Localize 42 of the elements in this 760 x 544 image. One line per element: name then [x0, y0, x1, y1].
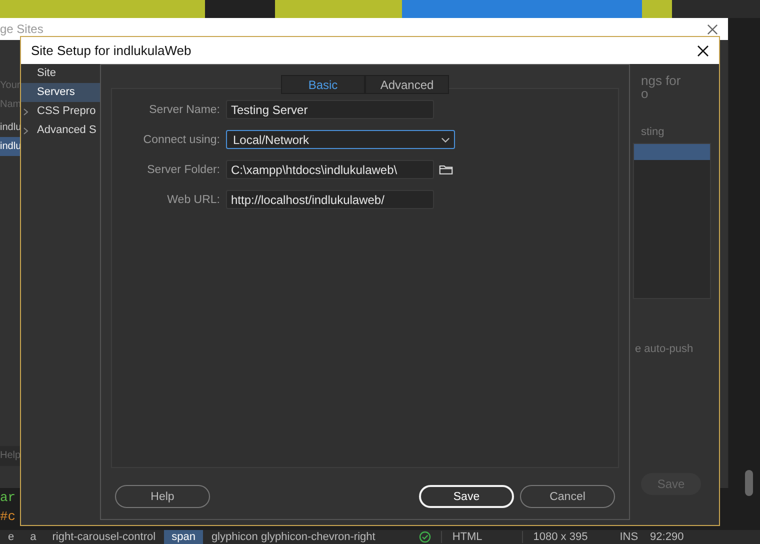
save-button[interactable]: Save	[419, 485, 514, 508]
scrollbar[interactable]	[745, 470, 753, 496]
chevron-icon	[23, 108, 29, 116]
cursor-position: 92:290	[650, 531, 684, 543]
breadcrumb[interactable]: span	[164, 530, 204, 544]
size-dropdown[interactable]: 1080 x 395	[522, 531, 608, 543]
code-text: #c	[0, 508, 16, 526]
breadcrumb[interactable]: a	[22, 530, 44, 544]
sidebar-item[interactable]: Advanced S	[21, 121, 100, 140]
tab[interactable]: Basic	[281, 75, 365, 94]
field-label: Connect using:	[142, 134, 220, 146]
window-title: ge Sites	[0, 22, 44, 36]
input-field[interactable]: Testing Server	[226, 100, 434, 119]
window-title: Site Setup for indlukulaWeb	[31, 43, 192, 58]
field-label: Server Folder:	[146, 164, 220, 176]
folder-icon[interactable]	[439, 164, 453, 175]
field-label: Web URL:	[166, 194, 220, 206]
breadcrumb[interactable]: glyphicon glyphicon-chevron-right	[203, 530, 384, 544]
help-button[interactable]: Help	[115, 485, 210, 508]
code-text: ar	[0, 489, 16, 507]
heading-text: ngs for	[641, 73, 682, 88]
connection-dropdown[interactable]: Local/Network	[226, 130, 455, 149]
input-field[interactable]: C:\xampp\htdocs\indlukulaweb\	[226, 160, 434, 179]
subheading-text: o	[641, 88, 648, 100]
sidebar-item[interactable]: Site	[21, 64, 100, 83]
breadcrumb[interactable]: e	[0, 530, 22, 544]
caret-icon	[441, 136, 450, 142]
check-icon	[419, 531, 432, 543]
dropdown-value: Local/Network	[233, 132, 310, 146]
cancel-button[interactable]: Cancel	[520, 485, 615, 508]
tab[interactable]: Advanced	[365, 75, 449, 94]
field-label: Server Name:	[148, 104, 220, 116]
sidebar-item[interactable]: Servers	[21, 83, 100, 102]
breadcrumb[interactable]: right-carousel-control	[44, 530, 164, 544]
column-header: sting	[641, 126, 666, 138]
auto-push-label: e auto-push	[635, 343, 694, 355]
input-field[interactable]: http://localhost/indlukulaweb/	[226, 190, 434, 209]
mode-text: INS	[620, 531, 638, 543]
close-icon[interactable]	[697, 44, 709, 56]
sidebar-item[interactable]: CSS Prepro	[21, 102, 100, 121]
chevron-icon	[23, 126, 29, 134]
language-dropdown[interactable]: HTML	[441, 531, 512, 543]
